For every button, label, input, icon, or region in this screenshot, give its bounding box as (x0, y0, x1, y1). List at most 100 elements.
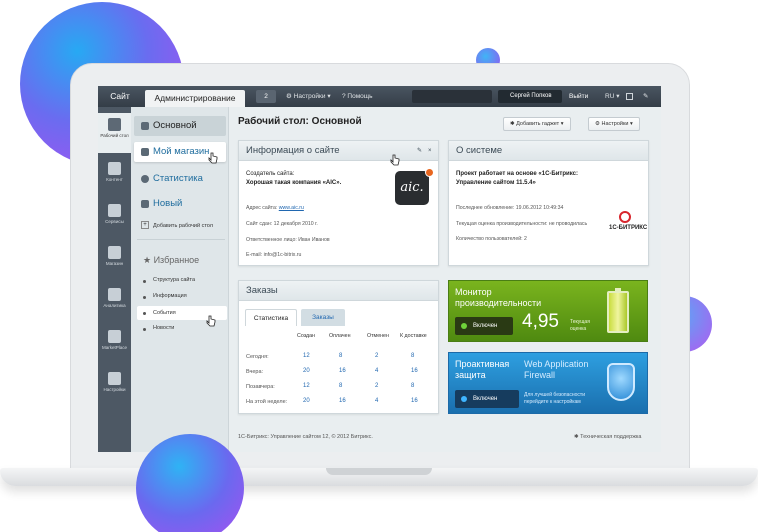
laptop-screen: Сайт Администрирование 2 ⚙ Настройки ▾ ?… (98, 86, 661, 452)
pin-icon[interactable]: ✎ (643, 86, 648, 107)
site-tab[interactable]: Сайт (98, 86, 142, 107)
home-icon (108, 118, 121, 131)
notifications-badge[interactable]: 2 (256, 90, 276, 103)
score-caption: оценка (570, 326, 587, 332)
rail-item-content[interactable]: Контент (98, 157, 131, 197)
toggle-label: Включен (473, 396, 498, 402)
fav-item[interactable]: Новости (153, 325, 174, 331)
rail-item-services[interactable]: Сервисы (98, 199, 131, 239)
help-menu-label: Помощь (347, 93, 373, 100)
menu-item-label: Статистика (153, 173, 203, 184)
cell[interactable]: 2 (375, 383, 378, 389)
cell[interactable]: 4 (375, 398, 378, 404)
rail-item-desktop[interactable]: Рабочий стол (98, 113, 131, 153)
column-header: Создан (297, 333, 315, 339)
notifications-count: 2 (264, 93, 268, 100)
bitrix-logo-icon (619, 211, 631, 223)
cell[interactable]: 20 (303, 398, 310, 404)
toggle-label: Включен (473, 323, 498, 329)
language-select[interactable]: RU ▾ (605, 86, 619, 107)
content-icon (108, 162, 121, 175)
cart-icon (108, 246, 121, 259)
user-menu[interactable]: Сергей Попков (498, 90, 562, 103)
bullet (143, 328, 146, 331)
favorites-heading: ★ Избранное (143, 255, 199, 266)
support-link[interactable]: ✱ Техническая поддержка (574, 434, 641, 440)
orders-widget: Заказы Статистика Заказы Создан Оплачен … (238, 280, 439, 414)
widget-title: Монитор производительности (455, 287, 542, 308)
menu-item-main[interactable]: Основной (134, 116, 226, 136)
status-dot-icon (461, 396, 467, 402)
column-header: Отменен (367, 333, 389, 339)
row-label: Вчера: (246, 369, 264, 375)
monitor-toggle-button[interactable]: Включен (455, 317, 513, 335)
cell[interactable]: 12 (303, 383, 310, 389)
cell[interactable]: 8 (411, 383, 414, 389)
fav-item[interactable]: Информация (153, 293, 187, 299)
add-desktop-label: Добавить рабочий стол (153, 223, 213, 229)
marketing-stage: Сайт Администрирование 2 ⚙ Настройки ▾ ?… (0, 0, 758, 532)
rail-item-shop[interactable]: Магазин (98, 241, 131, 281)
menu-item-stats[interactable]: Статистика (134, 169, 226, 189)
rail-item-label: Аналитика (103, 303, 126, 308)
creator-label: Создатель сайта: (246, 171, 295, 177)
cell[interactable]: 16 (411, 398, 418, 404)
cell[interactable]: 8 (339, 353, 342, 359)
widget-title: Информация о сайте ✎ × (239, 141, 438, 161)
rail-item-settings[interactable]: Настройки (98, 367, 131, 407)
settings-menu-label: Настройки (293, 93, 326, 100)
search-input[interactable] (412, 90, 492, 103)
cell[interactable]: 20 (303, 368, 310, 374)
rail-item-label: MarketPlace (101, 345, 127, 350)
decorative-circle (136, 434, 244, 532)
cell[interactable]: 2 (375, 353, 378, 359)
rail-item-marketplace[interactable]: MarketPlace (98, 325, 131, 365)
close-icon[interactable]: × (428, 141, 432, 161)
cell[interactable]: 8 (339, 383, 342, 389)
wrench-icon[interactable]: ✎ (417, 141, 422, 161)
logout-link[interactable]: Выйти (569, 86, 588, 107)
language-value: RU (605, 93, 615, 100)
product-line: Управление сайтом 11.5.4» (456, 180, 536, 186)
cell[interactable]: 12 (303, 353, 310, 359)
plus-icon: + (141, 221, 149, 229)
menu-item-label: Основной (153, 120, 197, 131)
firewall-toggle-button[interactable]: Включен (455, 390, 519, 408)
cell[interactable]: 16 (411, 368, 418, 374)
cell[interactable]: 4 (375, 368, 378, 374)
tab-statistics[interactable]: Статистика (245, 309, 297, 326)
gear-icon (108, 372, 121, 385)
creator-value: Хорошая такая компания «AIC». (246, 180, 342, 186)
page-settings-button[interactable]: ⚙ Настройки ▾ (588, 117, 640, 131)
cell[interactable]: 8 (411, 353, 414, 359)
admin-tab[interactable]: Администрирование (145, 90, 245, 107)
settings-menu[interactable]: ⚙ Настройки ▾ (286, 86, 331, 107)
favorites-label: Избранное (153, 255, 200, 265)
add-desktop-link[interactable]: + Добавить рабочий стол (141, 221, 213, 229)
cell[interactable]: 16 (339, 368, 346, 374)
address-label: Адрес сайта: (246, 205, 278, 211)
rail-item-label: Настройки (103, 387, 126, 392)
menu-item-new[interactable]: Новый (134, 194, 226, 214)
add-gadget-label: Добавить гаджет (516, 121, 560, 127)
menu-item-label: Мой магазин (153, 146, 210, 157)
window-toggle-icon[interactable] (626, 86, 633, 107)
rail-item-label: Магазин (105, 261, 124, 266)
column-header: Оплачен (329, 333, 351, 339)
site-link[interactable]: www.aic.ru (279, 205, 304, 211)
rail-item-label: Сервисы (105, 219, 124, 224)
add-gadget-button[interactable]: ✱ Добавить гаджет ▾ (503, 117, 571, 131)
rail-item-label: Рабочий стол (100, 133, 129, 138)
row-label: Сегодня: (246, 354, 269, 360)
cloud-icon (108, 330, 121, 343)
status-dot-icon (461, 323, 467, 329)
cell[interactable]: 16 (339, 398, 346, 404)
bitrix-logo: 1С-БИТРИКС (609, 225, 648, 231)
tab-orders[interactable]: Заказы (301, 309, 345, 326)
handover-date: Сайт сдан: 12 декабря 2010 г. (246, 221, 318, 227)
fav-item[interactable]: Структура сайта (153, 277, 195, 283)
monitor-icon (141, 200, 149, 208)
performance-score: Текущая оценка производительности: не пр… (456, 221, 588, 227)
rail-item-analytics[interactable]: Аналитика (98, 283, 131, 323)
help-menu[interactable]: ? Помощь (342, 86, 373, 107)
